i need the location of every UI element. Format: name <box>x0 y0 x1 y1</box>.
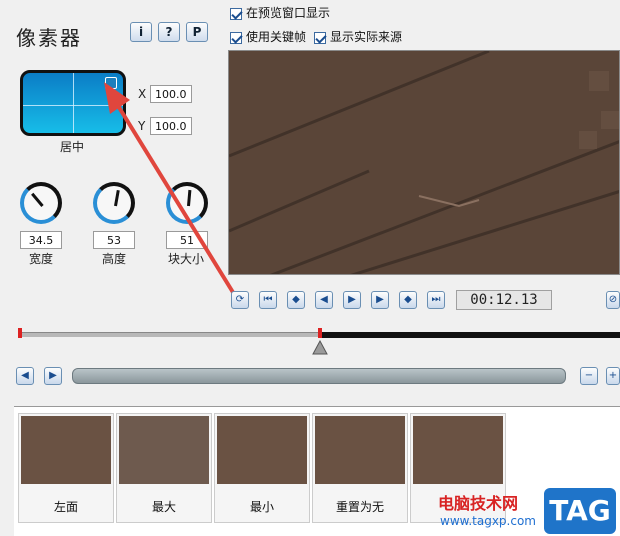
preset-thumb[interactable]: 最大 <box>116 413 212 523</box>
preset-image <box>217 416 307 484</box>
width-value[interactable]: 34.5 <box>20 231 62 249</box>
show-source-option[interactable]: 显示实际来源 <box>314 28 402 45</box>
annotation-arrow <box>104 82 236 296</box>
preset-label: 左面 <box>53 500 78 514</box>
start-marker[interactable] <box>18 328 22 338</box>
watermark-url: www.tagxp.com <box>440 514 536 528</box>
panel-title: 像素器 <box>16 26 82 50</box>
keyframe-marker[interactable] <box>318 328 322 338</box>
play-icon[interactable]: ▶ <box>343 291 361 309</box>
preset-image <box>413 416 503 484</box>
preview-label: 居中 <box>60 140 85 154</box>
preset-thumb[interactable]: 最小 <box>214 413 310 523</box>
prev-frame-icon[interactable]: ◀ <box>315 291 333 309</box>
scroll-left-icon[interactable]: ◀ <box>16 367 34 385</box>
preview-vertical-guide <box>73 73 74 133</box>
preset-image <box>21 416 111 484</box>
preset-thumb[interactable]: 左面 <box>18 413 114 523</box>
go-end-icon[interactable]: ⏭ <box>427 291 445 309</box>
video-frame-image <box>229 51 619 274</box>
preset-image <box>119 416 209 484</box>
preview-window-option[interactable]: 在预览窗口显示 <box>230 4 330 21</box>
prev-keyframe-icon[interactable]: ◆ <box>287 291 305 309</box>
zoom-in-icon[interactable]: + <box>606 367 620 385</box>
next-keyframe-icon[interactable]: ◆ <box>399 291 417 309</box>
checkbox-icon[interactable] <box>230 31 242 44</box>
use-keyframes-option[interactable]: 使用关键帧 <box>230 28 306 45</box>
next-frame-icon[interactable]: ▶ <box>371 291 389 309</box>
watermark-badge: TAG <box>544 488 616 534</box>
width-knob[interactable] <box>20 182 62 224</box>
preset-label: 最大 <box>151 500 176 514</box>
playhead-icon[interactable] <box>312 340 328 356</box>
go-start-icon[interactable]: ⏮ <box>259 291 277 309</box>
help-button[interactable]: ? <box>158 22 180 42</box>
zoom-out-icon[interactable]: − <box>580 367 598 385</box>
preset-thumb[interactable]: 重置为无 <box>312 413 408 523</box>
width-label: 宽度 <box>29 252 54 266</box>
preset-label: 重置为无 <box>335 500 384 514</box>
use-keyframes-label: 使用关键帧 <box>246 30 307 44</box>
preview-window-label: 在预览窗口显示 <box>246 6 331 20</box>
checkbox-icon[interactable] <box>230 7 242 20</box>
info-button[interactable]: i <box>130 22 152 42</box>
width-knob-needle <box>31 192 44 207</box>
timeline-played <box>320 332 620 338</box>
loop-button[interactable]: ⟳ <box>231 291 249 309</box>
timeline-scrollbar[interactable] <box>72 368 566 384</box>
checkbox-icon[interactable] <box>314 31 326 44</box>
preset-label: 最小 <box>249 500 274 514</box>
show-source-label: 显示实际来源 <box>330 30 403 44</box>
no-entry-icon[interactable]: ⊘ <box>606 291 620 309</box>
scroll-right-icon[interactable]: ▶ <box>44 367 62 385</box>
video-preview <box>228 50 620 275</box>
time-display: 00:12.13 <box>456 290 552 310</box>
watermark-site: 电脑技术网 <box>438 494 519 513</box>
preset-button[interactable]: P <box>186 22 208 42</box>
preset-image <box>315 416 405 484</box>
